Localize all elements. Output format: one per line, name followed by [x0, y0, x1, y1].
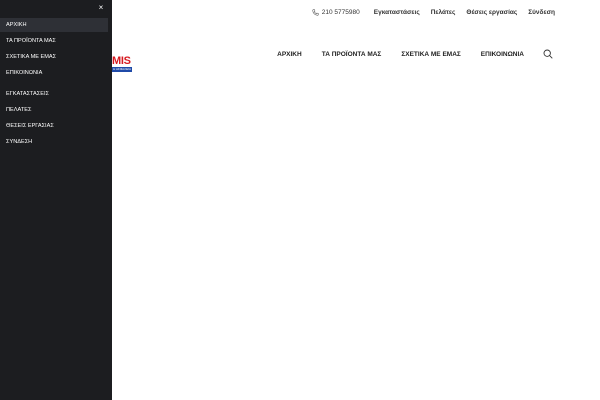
drawer-item-installations[interactable]: ΕΓΚΑΤΑΣΤΑΣΕΙΣ [0, 87, 108, 101]
close-icon[interactable]: × [97, 4, 105, 12]
nav-item-about[interactable]: ΣΧΕΤΙΚΑ ΜΕ ΕΜΑΣ [401, 51, 460, 58]
phone-number: 210 5775980 [321, 8, 360, 16]
drawer-item-careers[interactable]: ΘΕΣΕΙΣ ΕΡΓΑΣΙΑΣ [0, 119, 108, 133]
nav-item-products[interactable]: ΤΑ ΠΡΟΪΟΝΤΑ ΜΑΣ [322, 51, 382, 58]
top-link-clients[interactable]: Πελάτες [431, 9, 456, 16]
search-button[interactable] [543, 49, 553, 59]
phone-contact[interactable]: 210 5775980 [312, 9, 360, 16]
mobile-menu-drawer: × ΑΡΧΙΚΗ ΤΑ ΠΡΟΪΟΝΤΑ ΜΑΣ ΣΧΕΤΙΚΑ ΜΕ ΕΜΑΣ… [0, 0, 112, 400]
main-navigation: ΑΡΧΙΚΗ ΤΑ ΠΡΟΪΟΝΤΑ ΜΑΣ ΣΧΕΤΙΚΑ ΜΕ ΕΜΑΣ Ε… [277, 48, 524, 60]
drawer-item-clients[interactable]: ΠΕΛΑΤΕΣ [0, 103, 108, 117]
search-icon [543, 49, 553, 59]
site-logo[interactable]: MIS Η ΑΣΦΑΛΕΙΑ [112, 56, 134, 78]
drawer-item-contact[interactable]: ΕΠΙΚΟΙΝΩΝΙΑ [0, 66, 108, 80]
logo-tagline: Η ΑΣΦΑΛΕΙΑ [112, 67, 132, 72]
phone-icon [312, 8, 319, 16]
nav-item-home[interactable]: ΑΡΧΙΚΗ [277, 51, 302, 58]
drawer-item-products[interactable]: ΤΑ ΠΡΟΪΟΝΤΑ ΜΑΣ [0, 34, 108, 48]
drawer-item-about[interactable]: ΣΧΕΤΙΚΑ ΜΕ ΕΜΑΣ [0, 50, 108, 64]
drawer-item-login[interactable]: ΣΥΝΔΕΣΗ [0, 135, 108, 149]
drawer-item-home[interactable]: ΑΡΧΙΚΗ [0, 18, 108, 32]
top-link-login[interactable]: Σύνδεση [528, 9, 555, 16]
nav-item-contact[interactable]: ΕΠΙΚΟΙΝΩΝΙΑ [481, 51, 524, 58]
logo-text: MIS [112, 55, 131, 67]
top-utility-bar: 210 5775980 Εγκαταστάσεις Πελάτες Θέσεις… [312, 6, 555, 18]
top-link-installations[interactable]: Εγκαταστάσεις [374, 9, 420, 16]
top-link-careers[interactable]: Θέσεις εργασίας [466, 9, 517, 16]
